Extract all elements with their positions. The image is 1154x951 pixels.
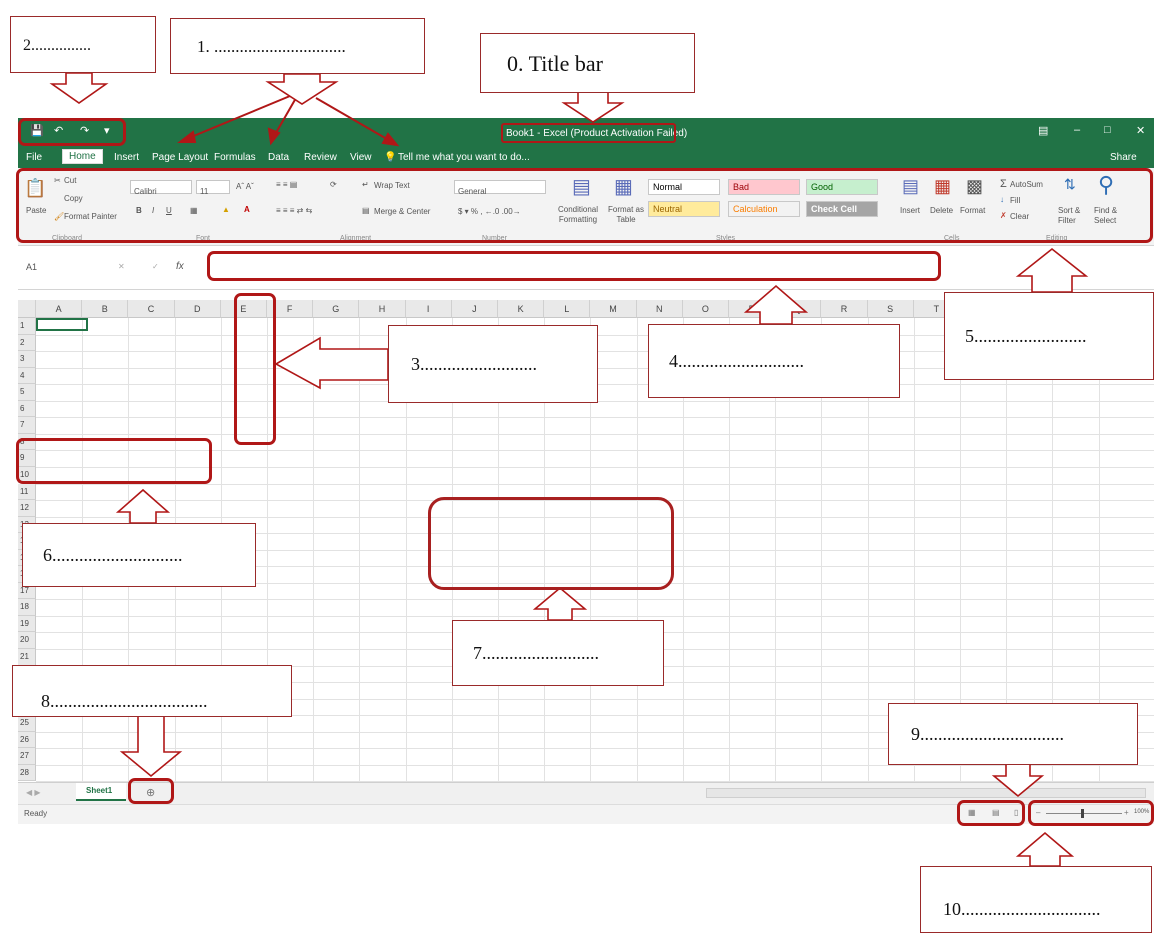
highlight-ribbon (16, 168, 1153, 243)
label-4: 4............................ (648, 324, 900, 398)
label-8: 8................................... (12, 665, 292, 717)
highlight-title (501, 123, 676, 143)
arrow-1-head (265, 73, 339, 105)
highlight-cell-area (428, 497, 674, 590)
arrows-1 (177, 95, 400, 147)
highlight-new-sheet (128, 778, 174, 804)
label-0: 0. Title bar (480, 33, 695, 93)
arrow-9 (991, 763, 1045, 798)
label-2: 2............... (10, 16, 156, 73)
arrow-4 (743, 284, 809, 325)
label-7: 7.......................... (452, 620, 664, 686)
arrow-3 (274, 336, 389, 390)
arrow-0 (561, 91, 625, 123)
arrow-7 (532, 586, 588, 621)
arrow-8 (119, 715, 183, 778)
highlight-column (234, 293, 276, 445)
highlight-row (16, 438, 212, 484)
highlight-quick-access-toolbar (18, 118, 126, 146)
arrow-5 (1015, 247, 1089, 293)
highlight-view-buttons (957, 800, 1025, 826)
highlight-formula-bar (207, 251, 941, 281)
label-10: 10............................... (920, 866, 1152, 933)
arrow-10 (1015, 831, 1075, 867)
label-1: 1. ............................... (170, 18, 425, 74)
arrow-2 (49, 72, 109, 104)
label-9: 9................................ (888, 703, 1138, 765)
label-6: 6............................. (22, 523, 256, 587)
label-3: 3.......................... (388, 325, 598, 403)
highlight-zoom (1028, 800, 1154, 826)
label-5: 5......................... (944, 292, 1154, 380)
arrow-6 (115, 488, 171, 524)
